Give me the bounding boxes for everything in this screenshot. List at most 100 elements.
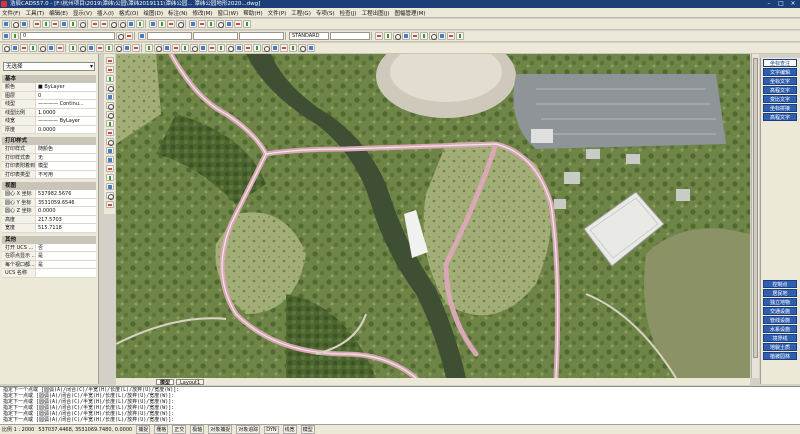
tool-ai-icon[interactable] (163, 44, 171, 52)
close-icon[interactable]: × (788, 0, 798, 7)
text-style-combo[interactable]: STANDARD (289, 32, 329, 40)
tool-y-icon[interactable] (69, 44, 77, 52)
tool-ao-icon[interactable] (217, 44, 225, 52)
property-row[interactable]: 打印表类型 不可用 (2, 170, 96, 179)
dyn-toggle[interactable]: DYN (264, 425, 279, 434)
tool-z-icon[interactable] (78, 44, 86, 52)
palette-button[interactable]: 水系设施 (763, 325, 797, 333)
property-row[interactable]: 厚度 0.0000 (2, 125, 96, 134)
lineweight-toggle[interactable]: 线宽 (282, 425, 297, 434)
menu-insert[interactable]: 插入(I) (97, 9, 114, 17)
tool-i-icon[interactable] (384, 32, 392, 40)
menu-file[interactable]: 文件(F) (2, 9, 20, 17)
tool-av-icon[interactable] (280, 44, 288, 52)
hatch-icon[interactable] (105, 174, 114, 181)
scrollbar-thumb[interactable] (753, 58, 758, 358)
pan-icon[interactable] (109, 20, 117, 28)
make-block-icon[interactable] (105, 156, 114, 163)
ellipse-icon[interactable] (105, 138, 114, 146)
otrack-toggle[interactable]: 对象追踪 (236, 425, 261, 434)
section-view[interactable]: 视图 (2, 182, 96, 190)
table-icon[interactable] (105, 192, 114, 200)
menu-view[interactable]: 显示(V) (73, 9, 92, 17)
minimize-icon[interactable]: – (764, 0, 774, 7)
tool-at-icon[interactable] (262, 44, 270, 52)
menu-plot[interactable]: 工程出图(J) (362, 9, 390, 17)
property-row[interactable]: 线型 ———— Continu... (2, 100, 96, 109)
menu-dimension[interactable]: 标注(N) (168, 9, 187, 17)
tool-af-icon[interactable] (132, 44, 140, 52)
color-control-icon[interactable] (138, 32, 146, 40)
cut-icon[interactable] (51, 20, 59, 28)
polar-toggle[interactable]: 极轴 (190, 425, 205, 434)
tool-t-icon[interactable] (20, 44, 28, 52)
selection-combo[interactable]: 无选择 (3, 62, 95, 71)
palette-button[interactable]: 独立地物 (763, 298, 797, 306)
section-misc[interactable]: 其他 (2, 235, 96, 244)
menu-format[interactable]: 格式(O) (119, 9, 139, 17)
property-row[interactable]: 圆心 X 坐标 537982.5676 (2, 190, 96, 199)
tool-ag-icon[interactable] (145, 44, 153, 52)
palette-button[interactable]: 地貌土质 (763, 343, 797, 351)
undo-icon[interactable] (91, 20, 99, 28)
tool-ar-icon[interactable] (244, 44, 252, 52)
help-icon[interactable] (176, 20, 184, 28)
construction-line-icon[interactable] (105, 66, 114, 73)
scale-readout[interactable]: 比例 1 : 2000 (2, 426, 34, 433)
menu-tools[interactable]: 工具(T) (25, 9, 44, 17)
tool-aa-icon[interactable] (87, 44, 95, 52)
property-row[interactable]: 打印样式表无 (2, 153, 96, 162)
palette-button[interactable]: 高程文字 (763, 113, 797, 121)
paste-icon[interactable] (69, 20, 77, 28)
tool-ax-icon[interactable] (298, 44, 306, 52)
properties-icon[interactable] (149, 20, 157, 28)
zoom-previous-icon[interactable] (136, 20, 144, 28)
palette-button[interactable]: 文字编辑 (763, 68, 797, 76)
tool-an-icon[interactable] (208, 44, 216, 52)
tool-e-icon[interactable] (225, 20, 233, 28)
palette-button[interactable]: 交通设施 (763, 307, 797, 315)
lineweight-combo[interactable] (239, 32, 284, 40)
property-row[interactable]: 线型比例 1.0000 (2, 108, 96, 117)
tool-x-icon[interactable] (56, 44, 64, 52)
copy-icon[interactable] (60, 20, 68, 28)
palette-button[interactable]: 植被园林 (763, 352, 797, 360)
tool-a-icon[interactable] (189, 20, 197, 28)
property-row[interactable]: 高度 217.5703 (2, 215, 96, 224)
menu-window[interactable]: 窗口(W) (218, 9, 239, 17)
tool-d-icon[interactable] (216, 20, 224, 28)
tool-s-icon[interactable] (11, 44, 19, 52)
color-combo[interactable] (147, 32, 192, 40)
menu-sheet[interactable]: 图幅管理(M) (394, 9, 425, 17)
tool-m-icon[interactable] (420, 32, 428, 40)
polygon-icon[interactable] (105, 84, 114, 92)
save-icon[interactable] (20, 20, 28, 28)
property-row[interactable]: 打印表附着到 模型 (2, 162, 96, 171)
layer-combo[interactable]: 0 (20, 32, 115, 40)
property-row[interactable]: UCS 名称 (2, 269, 96, 278)
menu-edit[interactable]: 编辑(E) (49, 9, 68, 17)
section-plot-style[interactable]: 打印样式 (2, 137, 96, 145)
maximize-icon[interactable]: □ (776, 0, 786, 7)
menu-draw[interactable]: 绘图(D) (144, 9, 164, 17)
palette-button[interactable]: 变比文字 (763, 95, 797, 103)
osnap-toggle[interactable]: 对象捕捉 (208, 425, 233, 434)
tool-o-icon[interactable] (438, 32, 446, 40)
zoom-realtime-icon[interactable] (118, 20, 126, 28)
menu-modify[interactable]: 修改(M) (192, 9, 212, 17)
property-row[interactable]: 打开 UCS ... 否 (2, 243, 96, 252)
mtext-icon[interactable] (105, 201, 114, 208)
tool-al-icon[interactable] (190, 44, 198, 52)
tool-ap-icon[interactable] (226, 44, 234, 52)
model-toggle[interactable]: 模型 (300, 425, 315, 434)
palette-button[interactable]: 居民地 (763, 289, 797, 297)
tool-b-icon[interactable] (198, 20, 206, 28)
tool-j-icon[interactable] (393, 32, 401, 40)
tool-u-icon[interactable] (29, 44, 37, 52)
open-file-icon[interactable] (11, 20, 19, 28)
palette-button[interactable]: 坐标查注 (763, 59, 797, 67)
dim-style-combo[interactable] (330, 32, 370, 40)
tool-g-icon[interactable] (243, 20, 251, 28)
tool-l-icon[interactable] (411, 32, 419, 40)
command-window[interactable]: 指定下一个点或 [圆弧(A)/闭合(C)/半宽(H)/长度(L)/放弃(U)/宽… (0, 386, 800, 424)
